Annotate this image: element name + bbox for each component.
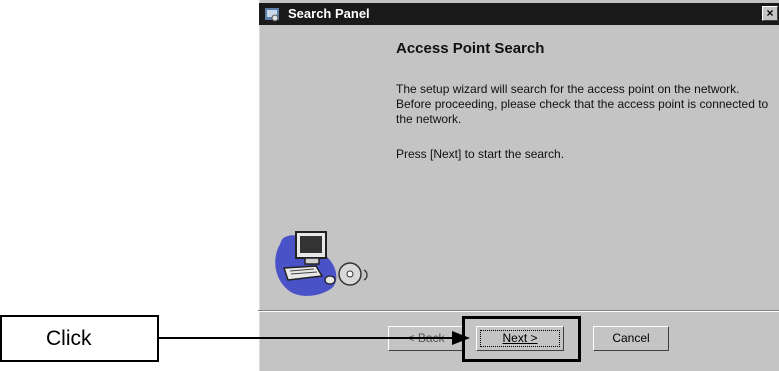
next-highlight-box — [462, 316, 581, 362]
back-button-label: < Back — [407, 331, 445, 345]
window-title: Search Panel — [288, 6, 370, 21]
close-button[interactable]: × — [762, 6, 778, 21]
cancel-button[interactable]: Cancel — [593, 326, 669, 351]
back-button[interactable]: < Back — [388, 326, 464, 351]
next-hint-text: Press [Next] to start the search. — [396, 147, 565, 161]
title-bar[interactable]: Search Panel × — [259, 3, 779, 25]
app-icon — [265, 8, 279, 22]
footer-divider — [258, 310, 779, 312]
page-heading: Access Point Search — [396, 40, 545, 57]
close-icon: × — [766, 6, 774, 20]
computer-cd-clipart — [275, 231, 368, 296]
callout-label: Click — [0, 315, 159, 362]
instructions-text: The setup wizard will search for the acc… — [396, 82, 769, 126]
cancel-button-label: Cancel — [612, 331, 650, 345]
